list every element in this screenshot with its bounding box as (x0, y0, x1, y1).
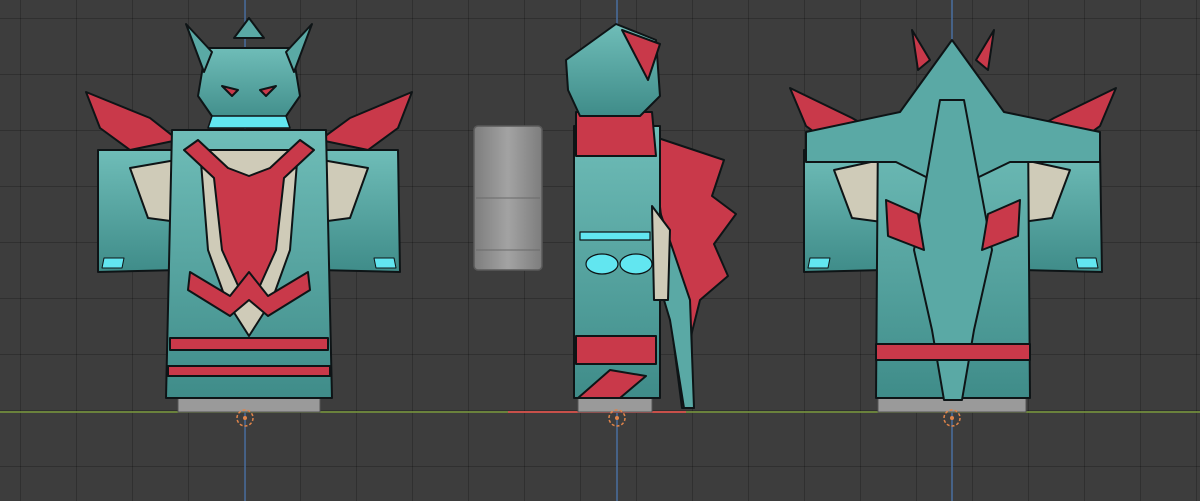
3d-viewport[interactable] (0, 0, 1200, 501)
origin-dot-side (615, 416, 619, 420)
armor-back-icon[interactable] (789, 29, 1117, 413)
viewport-canvas (0, 0, 1200, 501)
armor-front-icon[interactable] (85, 17, 413, 413)
reference-block[interactable] (473, 125, 543, 271)
origin-dot-back (950, 416, 954, 420)
armor-side-icon[interactable] (565, 23, 737, 413)
origin-dot-front (243, 416, 247, 420)
